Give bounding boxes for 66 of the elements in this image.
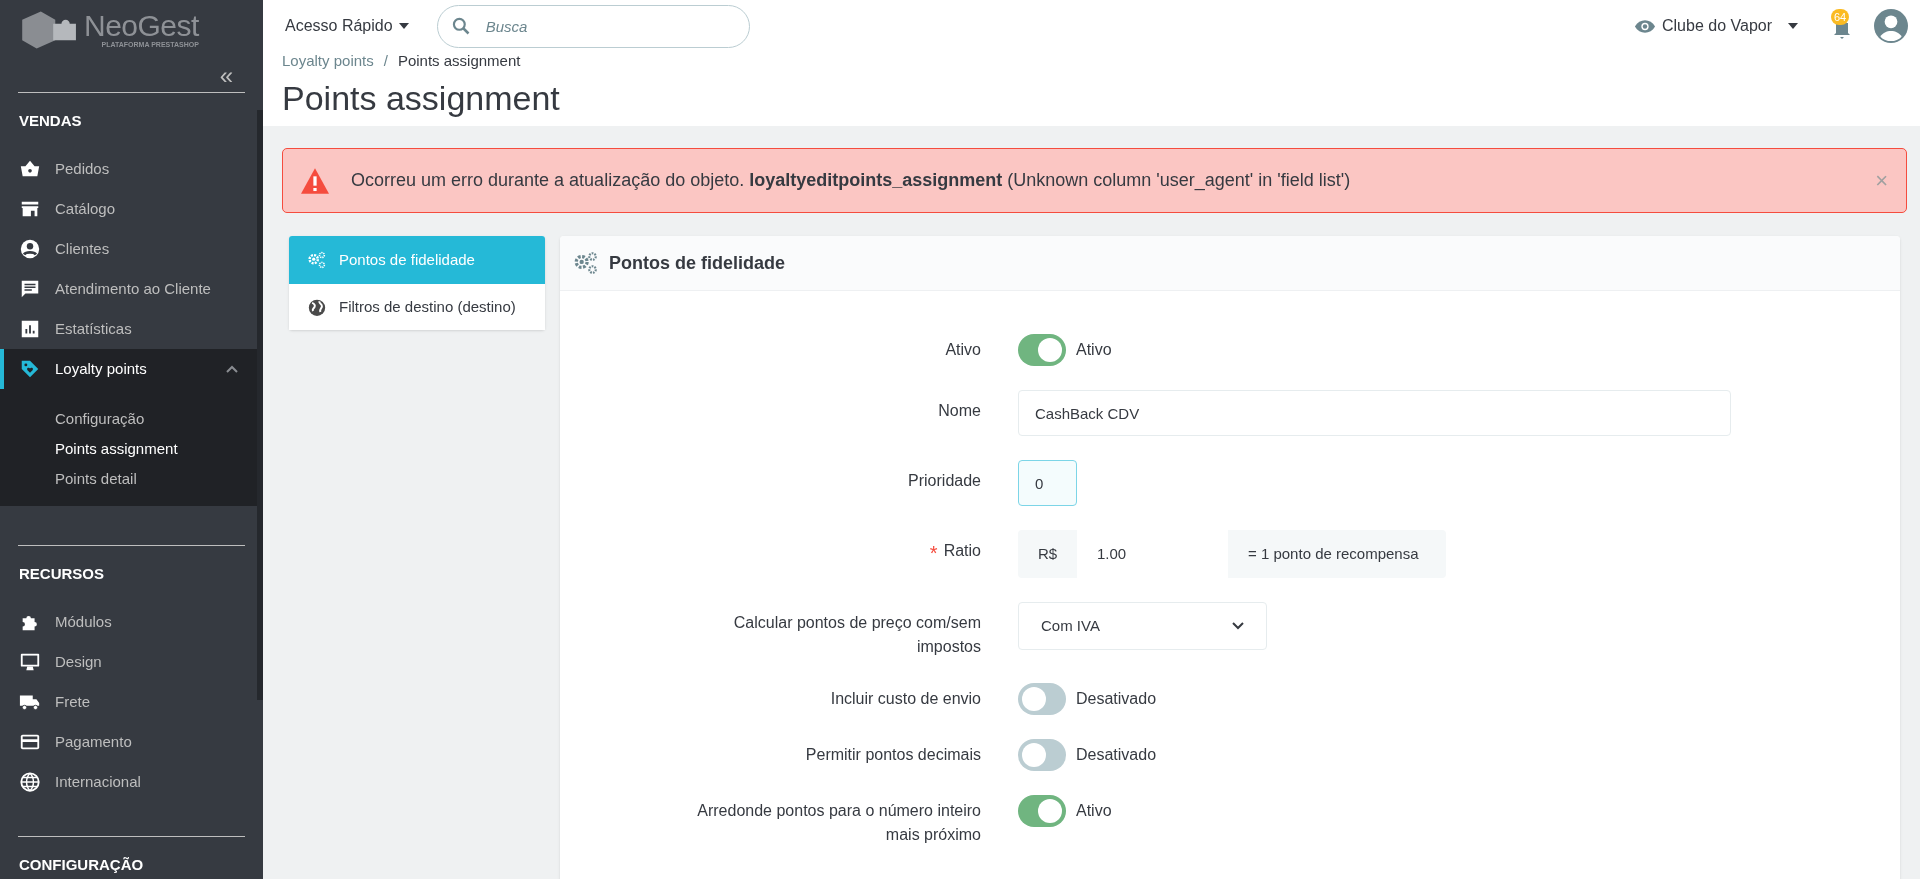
gears-icon [573,251,599,275]
field-label: Permitir pontos decimais [805,745,981,765]
submenu-item[interactable]: Configuração [0,404,257,434]
notification-count: 64 [1831,9,1850,25]
required-mark: * [929,541,938,566]
submenu-item[interactable]: Points detail [0,464,257,494]
sidebar-item[interactable]: Clientes [0,229,257,269]
sidebar-item[interactable]: Módulos [0,602,257,642]
tag-icon [19,358,41,380]
field-label: Ratio [943,541,981,561]
toggle-switch[interactable] [1018,683,1066,715]
field-label: Incluir custo de envio [830,689,981,709]
sidebar-item[interactable]: Pedidos [0,149,257,189]
user-avatar-icon [1874,9,1908,43]
toggle-switch[interactable] [1018,795,1066,827]
eye-icon [1634,18,1656,34]
caret-icon [1788,23,1798,29]
warning-icon [301,167,329,194]
field-label: Calcular pontos de preço com/sem impostos [732,613,981,657]
sidebar-item[interactable]: Design [0,642,257,682]
monitor-icon [19,651,41,673]
field-label: Prioridade [908,471,981,491]
breadcrumb-separator: / [383,50,388,71]
caret-icon [398,23,409,29]
sidebar-item[interactable]: Atendimento ao Cliente [0,269,257,309]
tax-select[interactable]: Com IVA [1018,602,1267,650]
search-field[interactable]: Busca [436,4,750,48]
sidebar-item[interactable]: Estatísticas [0,309,257,349]
shop-link[interactable]: Clube do Vapor [1634,14,1798,38]
section-title: RECURSOS [19,563,104,584]
sidebar-item[interactable]: Pagamento [0,722,257,762]
bar-chart-icon [19,318,41,340]
chevron-down-icon [1232,622,1244,630]
switch-label: Ativo [1076,340,1112,360]
gears-icon [307,251,327,269]
toggle-switch[interactable] [1018,739,1066,771]
breadcrumb-link[interactable]: Loyalty points [282,49,374,73]
user-circle-icon [19,238,41,260]
section-title: VENDAS [19,110,82,131]
submenu-item[interactable]: Points assignment [0,434,257,464]
logo-text: NeoGest [84,11,199,41]
sidebar-item[interactable]: Catálogo [0,189,257,229]
text-input[interactable]: CashBack CDV [1018,390,1731,436]
switch-label: Ativo [1076,801,1112,821]
switch-label: Desativado [1076,689,1157,709]
scrollbar[interactable] [257,110,263,700]
sidebar-item[interactable]: Internacional [0,762,257,802]
account-button[interactable] [1874,9,1908,43]
side-tab[interactable]: Filtros de destino (destino) [289,284,545,330]
switch-label: Desativado [1076,745,1157,765]
section-title: CONFIGURAÇÃO [19,854,144,875]
input-suffix: = 1 ponto de recompensa [1228,530,1446,578]
field-label: Arredonde pontos para o número inteiro mais próximo [696,801,981,845]
page-title: Points assignment [282,78,561,119]
toggle-switch[interactable] [1018,334,1066,366]
sidebar-item[interactable]: Frete [0,682,257,722]
field-label: Ativo [945,340,981,360]
quick-access-menu[interactable]: Acesso Rápido [285,14,409,38]
breadcrumb-current: Points assignment [397,50,521,71]
error-message: Ocorreu um erro durante a atualização do objeto. loyaltyeditpoints_assignment (Unknown column 'user_agent' in 'field list') [351,169,1352,193]
panel-title: Pontos de fidelidade [609,251,786,275]
field-label: Nome [938,401,981,421]
text-input[interactable]: 0 [1018,460,1077,506]
input-prefix: R$ [1018,530,1077,578]
collapse-button[interactable]: « [219,64,233,88]
search-icon [450,15,471,36]
